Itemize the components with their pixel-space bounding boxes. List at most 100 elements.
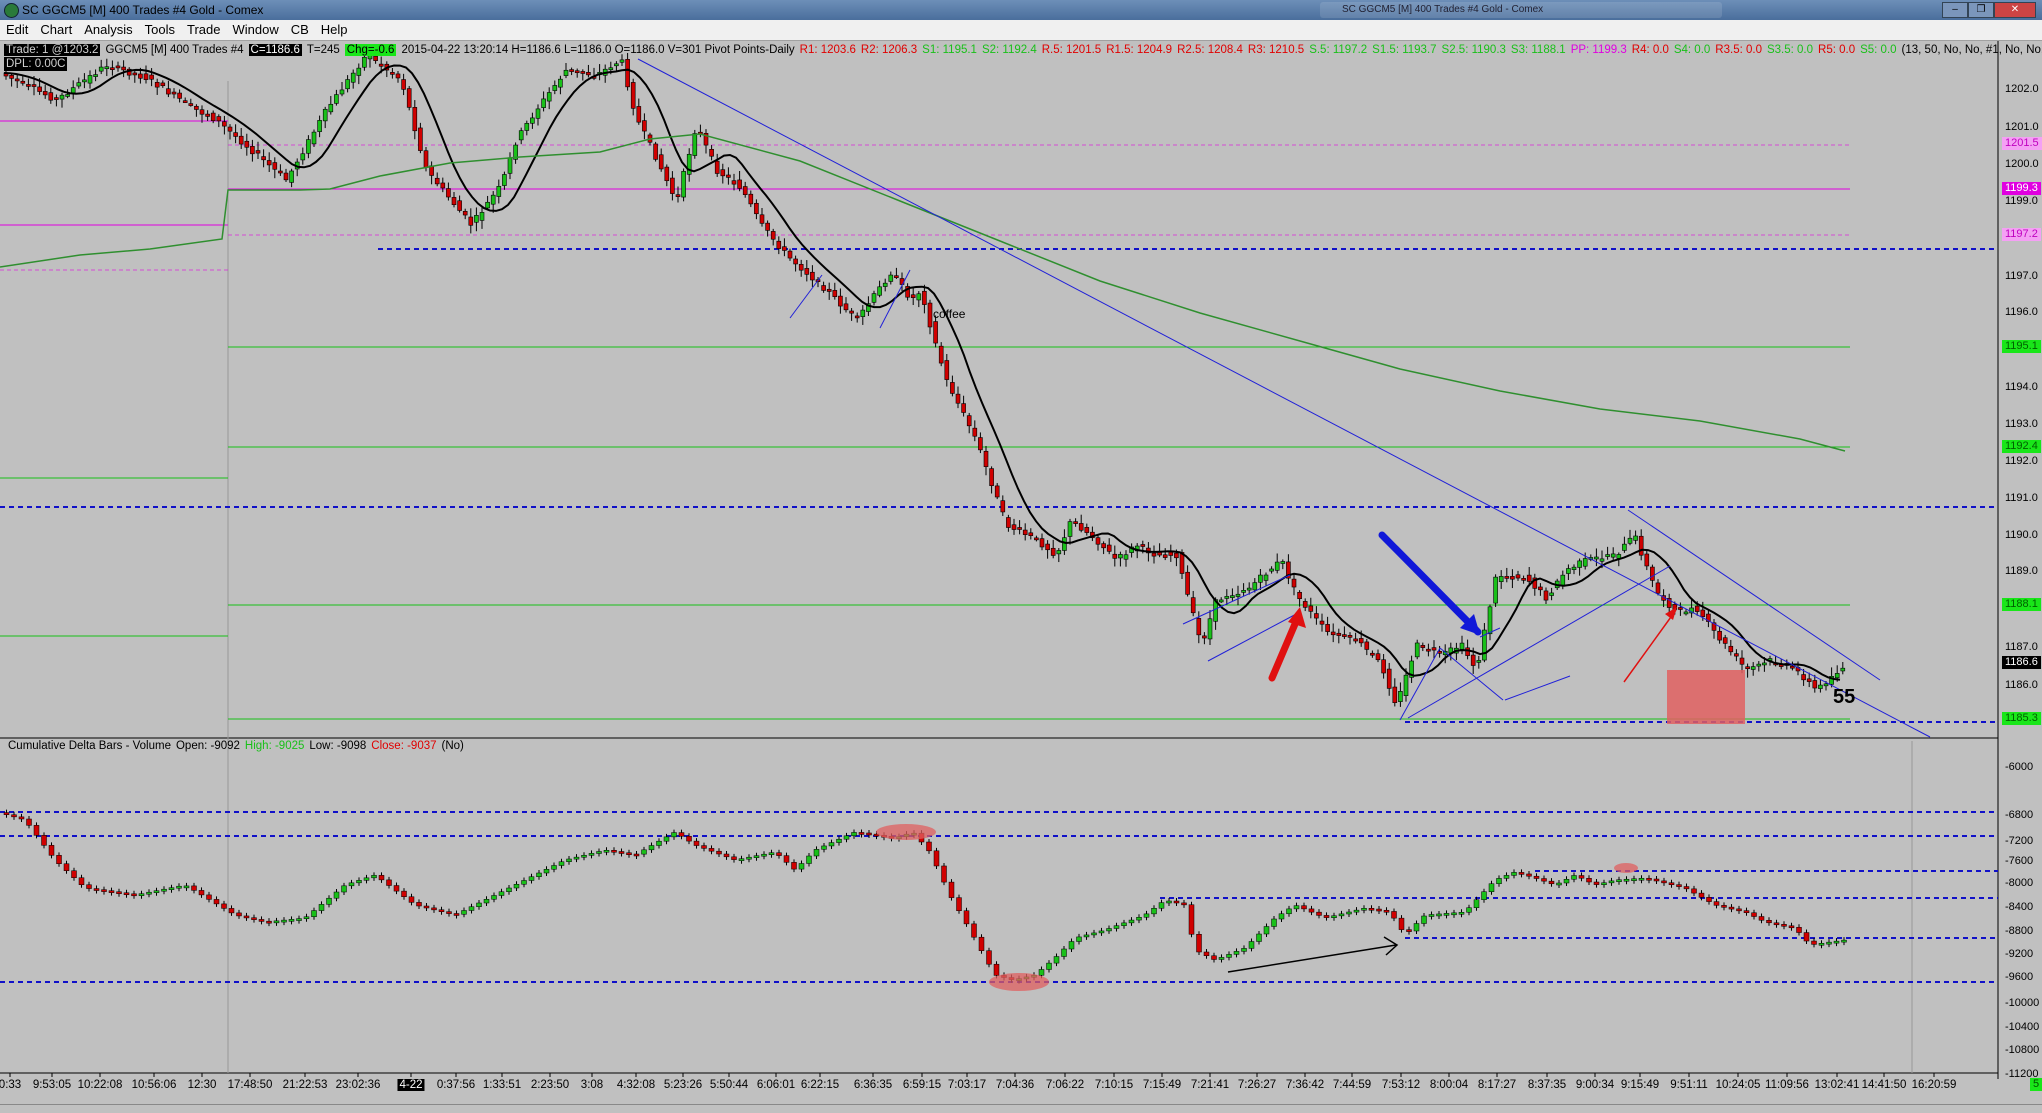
price-candle — [1403, 674, 1409, 696]
delta-bar — [1496, 878, 1502, 884]
delta-bar — [1211, 955, 1217, 960]
price-candle — [989, 468, 994, 486]
price-candle — [961, 403, 966, 413]
price-candle — [1269, 568, 1274, 572]
delta-bar — [1076, 936, 1082, 942]
pivot-value: R3: 1210.5 — [1247, 44, 1305, 56]
price-candle — [1336, 632, 1342, 636]
price-candle — [1190, 597, 1196, 614]
pivot-value: R1.5: 1204.9 — [1106, 44, 1173, 56]
price-candle — [1034, 537, 1039, 541]
delta-bar — [198, 890, 205, 896]
price-candle — [378, 63, 384, 67]
delta-bar — [176, 885, 182, 889]
time-axis-label: 7:03:17 — [947, 1079, 987, 1091]
delta-axis-label: -8000 — [2005, 877, 2034, 889]
price-candle — [1717, 630, 1722, 641]
price-axis-label: 1200.0 — [2005, 158, 2039, 170]
delta-bar — [3, 812, 10, 815]
delta-bar — [266, 920, 272, 924]
price-candle — [1224, 596, 1230, 599]
delta-bar — [1196, 934, 1202, 953]
price-candle — [1308, 605, 1314, 612]
coffee-annotation: coffee — [933, 307, 966, 321]
delta-bar — [483, 899, 490, 904]
price-candle — [1067, 521, 1073, 537]
menu-cb[interactable]: CB — [285, 20, 315, 39]
delta-axis-label: -7600 — [2005, 855, 2034, 867]
price-candle — [210, 112, 216, 121]
chart-area[interactable]: Trade: 1 @1203.2 GGCM5 [M] 400 Trades #4 C… — [0, 41, 2042, 1091]
delta-bar — [1631, 878, 1637, 881]
price-candle — [423, 150, 429, 168]
minimize-button[interactable]: – — [1942, 2, 1968, 18]
delta-bar — [866, 832, 872, 836]
close-button[interactable]: ✕ — [1994, 2, 2036, 18]
delta-bar — [1548, 880, 1555, 885]
delta-bar — [1173, 900, 1180, 904]
delta-bar — [161, 888, 167, 892]
price-candle — [149, 74, 154, 80]
menu-edit[interactable]: Edit — [0, 20, 34, 39]
delta-bar — [1623, 878, 1630, 882]
menu-tools[interactable]: Tools — [139, 20, 181, 39]
delta-bar — [678, 832, 685, 837]
price-chart-canvas[interactable] — [0, 41, 2042, 1086]
delta-bar — [123, 892, 130, 896]
price-candle — [1739, 657, 1745, 665]
delta-bar — [191, 885, 197, 891]
price-level-tag: 1201.5 — [2002, 137, 2042, 150]
delta-bar — [1128, 919, 1135, 924]
price-candle — [748, 193, 754, 205]
menu-analysis[interactable]: Analysis — [78, 20, 138, 39]
delta-bar — [1181, 902, 1187, 906]
delta-axis-label: -6800 — [2005, 809, 2034, 821]
price-candle — [1515, 574, 1521, 579]
price-candle — [311, 131, 317, 145]
delta-bar — [1158, 902, 1165, 909]
price-axis-label: 1202.0 — [2005, 83, 2039, 95]
price-candle — [1638, 535, 1644, 556]
price-candle — [1694, 605, 1700, 612]
time-axis-label: 6:59:15 — [902, 1079, 942, 1091]
price-candle — [1056, 550, 1062, 555]
price-candle — [468, 216, 474, 226]
time-axis-label: 3:08 — [580, 1079, 604, 1091]
time-axis-label: 9:15:49 — [1620, 1079, 1660, 1091]
price-candle — [1745, 666, 1750, 670]
price-candle — [782, 246, 787, 251]
delta-bar — [648, 845, 655, 851]
menu-chart[interactable]: Chart — [34, 20, 78, 39]
delta-bar — [1458, 912, 1465, 915]
time-axis-label: 13:02:41 — [1814, 1079, 1860, 1091]
delta-bar — [1121, 922, 1127, 926]
price-candle — [182, 100, 188, 103]
delta-bar — [1091, 932, 1097, 936]
delta-bar — [1083, 934, 1090, 938]
menu-help[interactable]: Help — [315, 20, 354, 39]
delta-bar — [558, 861, 565, 866]
menu-window[interactable]: Window — [226, 20, 284, 39]
background-window-tab[interactable]: SC GGCM5 [M] 400 Trades #4 Gold - Comex — [1320, 2, 1722, 18]
delta-bar — [1256, 933, 1262, 942]
price-candle — [1017, 527, 1022, 530]
delta-bar — [1556, 882, 1562, 886]
price-candle — [860, 309, 866, 317]
delta-bar — [1721, 905, 1727, 908]
time-axis-label: 5:50:44 — [709, 1079, 749, 1091]
price-candle — [1582, 558, 1588, 567]
price-level-tag: 1185.3 — [2002, 712, 2041, 725]
delta-bar — [1451, 912, 1457, 916]
price-axis-label: 1192.0 — [2005, 455, 2038, 467]
delta-bar — [1271, 918, 1277, 927]
restore-button[interactable]: ❐ — [1968, 2, 1994, 18]
delta-bar — [371, 875, 377, 879]
price-candle — [670, 177, 675, 194]
menu-trade[interactable]: Trade — [181, 20, 226, 39]
pivot-value: R1: 1203.6 — [799, 44, 856, 56]
price-candle — [737, 179, 742, 189]
pivot-value: (13, 50, No, No, #1, No, No, No, ( — [1901, 44, 2042, 56]
delta-bar — [1706, 897, 1712, 902]
delta-axis-label: -8400 — [2005, 901, 2034, 913]
price-candle — [1633, 535, 1638, 541]
